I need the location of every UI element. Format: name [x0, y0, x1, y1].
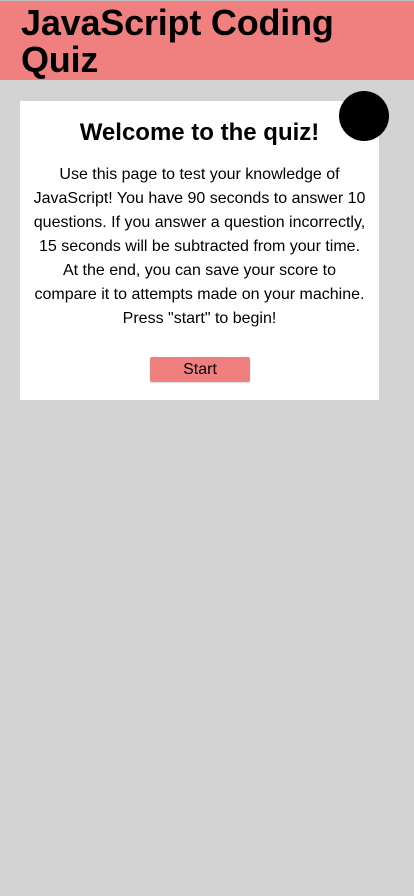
intro-description: Use this page to test your knowledge of …: [33, 166, 366, 327]
page-header: JavaScript Coding Quiz: [0, 0, 414, 80]
page-title: JavaScript Coding Quiz: [21, 2, 334, 80]
start-button[interactable]: Start: [150, 357, 250, 382]
timer-indicator: [339, 91, 389, 141]
intro-card: Welcome to the quiz! Use this page to te…: [20, 101, 379, 400]
intro-title: Welcome to the quiz!: [79, 119, 320, 146]
